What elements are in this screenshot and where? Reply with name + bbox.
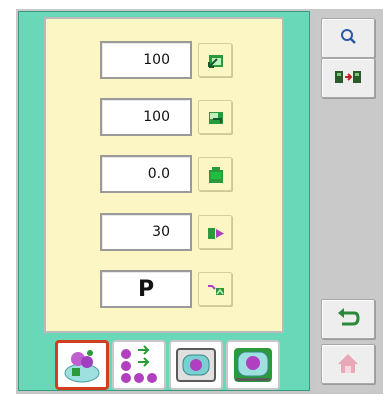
rotate-value: 0.0 (147, 166, 170, 182)
scale-x-field[interactable]: 100 (100, 41, 192, 79)
scale-y-button[interactable] (198, 100, 232, 134)
scale-vertical-icon (209, 112, 223, 124)
mode-field[interactable]: P (100, 270, 192, 308)
move-between-icon (335, 71, 361, 83)
zoom-button[interactable] (321, 18, 375, 58)
scale-y-value: 100 (143, 109, 170, 125)
tab-embroidery-pattern[interactable] (55, 340, 109, 390)
hoop-frame-icon (176, 348, 216, 382)
hoop-position-icon (234, 348, 272, 382)
stitch-density-icon (208, 228, 224, 239)
pattern-mode-icon (208, 285, 224, 295)
pattern-arrange-icon (121, 345, 157, 383)
density-button[interactable] (198, 215, 232, 249)
tab-hoop-frame[interactable] (169, 340, 223, 390)
rotate-angle-icon (209, 167, 223, 183)
embroidery-pattern-icon (64, 350, 100, 383)
rotate-button[interactable] (198, 157, 232, 191)
move-between-button[interactable] (321, 58, 375, 98)
density-field[interactable]: 30 (100, 213, 192, 251)
home-button[interactable] (321, 344, 375, 384)
scale-x-value: 100 (143, 52, 170, 68)
tab-pattern-arrange[interactable] (112, 340, 166, 390)
scale-y-field[interactable]: 100 (100, 98, 192, 136)
back-button[interactable] (321, 299, 375, 339)
rotate-field[interactable]: 0.0 (100, 155, 192, 193)
tab-hoop-position[interactable] (226, 340, 280, 390)
scale-x-button[interactable] (198, 43, 232, 77)
density-value: 30 (152, 224, 170, 240)
scale-horizontal-icon (208, 55, 223, 68)
home-icon (338, 354, 358, 373)
undo-back-icon (338, 308, 360, 326)
mode-value: P (137, 276, 155, 302)
zoom-icon (341, 29, 356, 44)
mode-button[interactable] (198, 272, 232, 306)
